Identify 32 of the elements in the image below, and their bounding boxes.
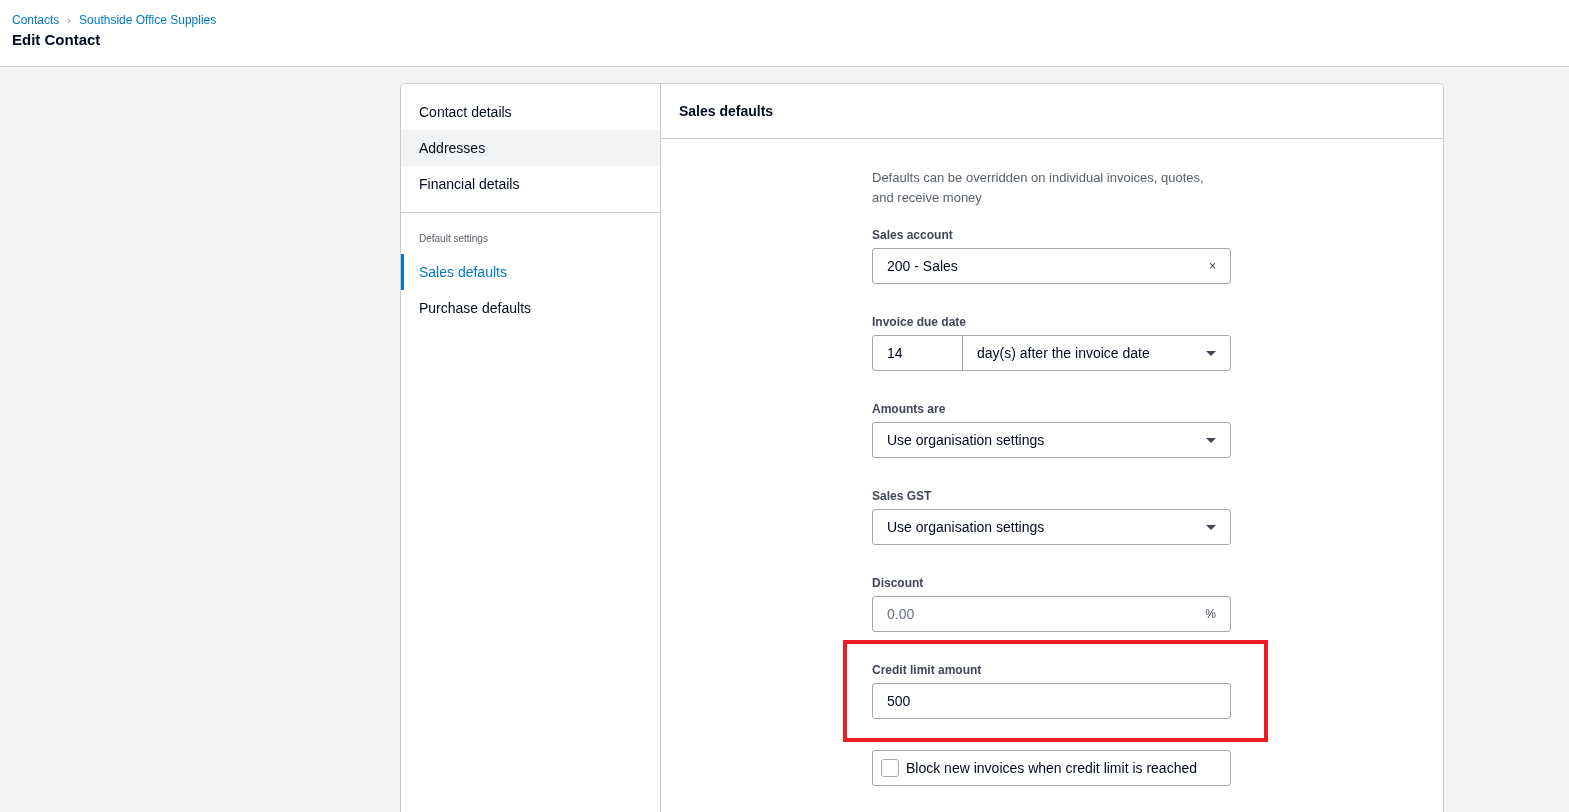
dropdown-field[interactable]: Use organisation settings [872, 509, 1231, 545]
input-field[interactable]: 500 [872, 683, 1231, 719]
input-field[interactable]: 0.00 % [872, 596, 1231, 632]
breadcrumb-link[interactable]: Southside Office Supplies [79, 12, 217, 28]
panel-title: Sales defaults [679, 103, 774, 119]
input-field[interactable]: 14 [873, 336, 963, 370]
caret-icon [1206, 350, 1216, 356]
section-heading: Default settings [418, 232, 489, 246]
checkbox-option[interactable]: Block new invoices when credit limit is reached [872, 750, 1231, 786]
field-label: Credit limit amount [872, 663, 983, 677]
field-label: Invoice due date [872, 315, 968, 329]
page-title: Edit Contact [12, 30, 102, 50]
dropdown-field[interactable]: day(s) after the invoice date [963, 345, 1206, 361]
dropdown-field[interactable]: Use organisation settings [872, 422, 1231, 458]
nav-item[interactable]: Sales defaults [401, 254, 660, 290]
checkbox[interactable] [881, 759, 899, 777]
nav-item[interactable]: Purchase defaults [401, 290, 660, 326]
caret-icon [1206, 524, 1216, 530]
field-label: Discount [872, 576, 925, 590]
nav-item[interactable]: Contact details [401, 94, 660, 130]
breadcrumb-link[interactable]: Contacts [12, 12, 60, 28]
field-label: Sales account [872, 228, 954, 242]
clear-button[interactable]: × [1209, 259, 1230, 273]
nav-item[interactable]: Addresses [401, 130, 660, 166]
nav-item[interactable]: Financial details [401, 166, 660, 202]
caret-icon [1206, 437, 1216, 443]
description-text: Defaults can be overridden on individual invoices, quotes, and receive money [872, 169, 1205, 207]
field-label: Sales GST [872, 489, 933, 503]
breadcrumb-separator: › [67, 14, 72, 26]
percent-sign: % [1205, 607, 1217, 621]
field-label: Amounts are [872, 402, 947, 416]
select-field[interactable]: 200 - Sales × [872, 248, 1231, 284]
